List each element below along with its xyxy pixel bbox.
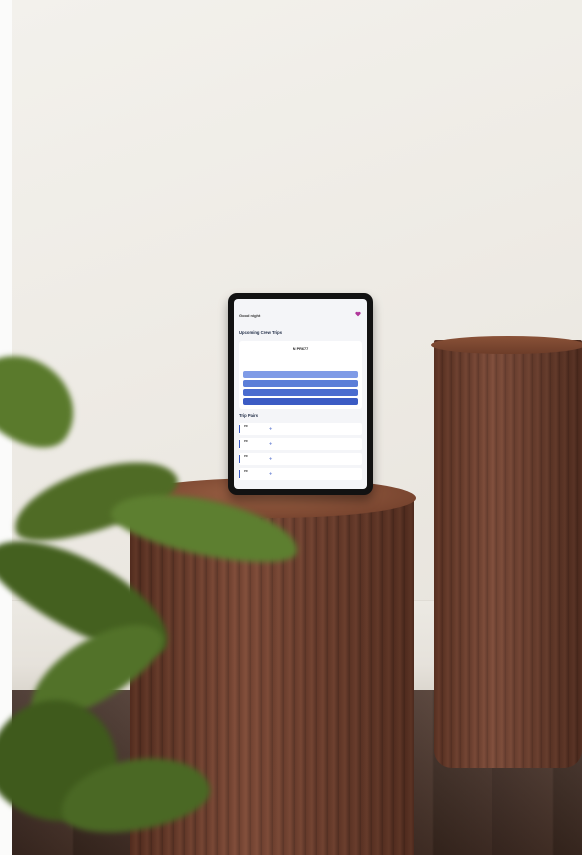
upcoming-trips-title: Upcoming Crew Trips (239, 330, 283, 335)
featured-flight-number: N PR677 (292, 347, 309, 351)
trip-row[interactable]: PR ✈ (239, 438, 362, 450)
plane-icon: ✈ (269, 456, 273, 461)
trip-action-button-4[interactable] (243, 398, 358, 405)
trip-action-button-1[interactable] (243, 371, 358, 378)
trip-row[interactable]: PR ✈ (239, 453, 362, 465)
greeting: Good night (239, 313, 261, 318)
trip-pairs-title: Trip Pairs (239, 413, 259, 418)
tablet-device: Good night Upcoming Crew Trips N PR677 T… (228, 293, 373, 495)
tablet-screen: Good night Upcoming Crew Trips N PR677 T… (234, 299, 367, 489)
featured-trip-card[interactable]: N PR677 (239, 341, 362, 409)
trip-row[interactable]: PR ✈ (239, 423, 362, 435)
plane-icon: ✈ (269, 426, 273, 431)
trip-row[interactable]: PR ✈ (239, 468, 362, 480)
plane-icon: ✈ (269, 471, 273, 476)
trip-action-button-2[interactable] (243, 380, 358, 387)
plane-icon: ✈ (269, 441, 273, 446)
photo-scene: Good night Upcoming Crew Trips N PR677 T… (0, 0, 582, 855)
pedestal-right-top (431, 336, 582, 354)
status-bar (234, 299, 367, 305)
trip-action-button-3[interactable] (243, 389, 358, 396)
heart-logo-icon (355, 311, 361, 317)
